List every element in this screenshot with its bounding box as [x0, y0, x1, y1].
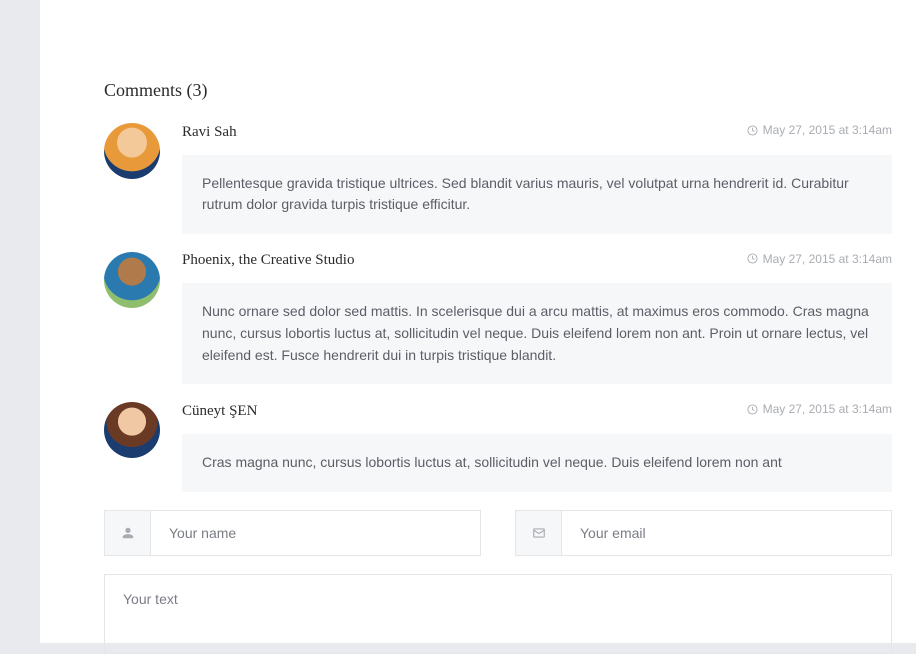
email-input[interactable] — [562, 511, 891, 555]
comment-meta: Phoenix, the Creative Studio May 27, 201… — [182, 252, 892, 270]
user-icon — [105, 511, 151, 555]
comment-body: Ravi Sah May 27, 2015 at 3:14am Pellente… — [182, 123, 892, 234]
comment-author[interactable]: Cüneyt ŞEN — [182, 403, 257, 420]
clock-icon — [747, 404, 758, 415]
comment-text: Nunc ornare sed dolor sed mattis. In sce… — [182, 283, 892, 384]
avatar — [104, 402, 160, 458]
text-input-group — [104, 574, 892, 654]
comment-author[interactable]: Phoenix, the Creative Studio — [182, 252, 354, 269]
comment-meta: Cüneyt ŞEN May 27, 2015 at 3:14am — [182, 402, 892, 420]
email-input-group — [515, 510, 892, 556]
timestamp-text: May 27, 2015 at 3:14am — [763, 252, 892, 266]
comment-timestamp: May 27, 2015 at 3:14am — [747, 252, 892, 266]
comment-form-row — [104, 510, 892, 556]
comment-text: Cras magna nunc, cursus lobortis luctus … — [182, 434, 892, 492]
envelope-icon — [516, 511, 562, 555]
comment-timestamp: May 27, 2015 at 3:14am — [747, 123, 892, 137]
clock-icon — [747, 253, 758, 264]
name-input[interactable] — [151, 511, 480, 555]
comment-body: Cüneyt ŞEN May 27, 2015 at 3:14am Cras m… — [182, 402, 892, 491]
comment-timestamp: May 27, 2015 at 3:14am — [747, 402, 892, 416]
timestamp-text: May 27, 2015 at 3:14am — [763, 123, 892, 137]
comments-card: Comments (3) Ravi Sah May 27, 2015 at 3:… — [40, 0, 916, 643]
comment-body: Phoenix, the Creative Studio May 27, 201… — [182, 252, 892, 385]
text-input[interactable] — [123, 591, 873, 637]
section-title: Comments (3) — [104, 80, 892, 101]
timestamp-text: May 27, 2015 at 3:14am — [763, 402, 892, 416]
avatar — [104, 252, 160, 308]
comment-item: Ravi Sah May 27, 2015 at 3:14am Pellente… — [104, 123, 892, 234]
comment-item: Phoenix, the Creative Studio May 27, 201… — [104, 252, 892, 385]
comment-meta: Ravi Sah May 27, 2015 at 3:14am — [182, 123, 892, 141]
comment-text: Pellentesque gravida tristique ultrices.… — [182, 155, 892, 234]
avatar — [104, 123, 160, 179]
clock-icon — [747, 125, 758, 136]
comment-author[interactable]: Ravi Sah — [182, 124, 237, 141]
comment-item: Cüneyt ŞEN May 27, 2015 at 3:14am Cras m… — [104, 402, 892, 491]
name-input-group — [104, 510, 481, 556]
